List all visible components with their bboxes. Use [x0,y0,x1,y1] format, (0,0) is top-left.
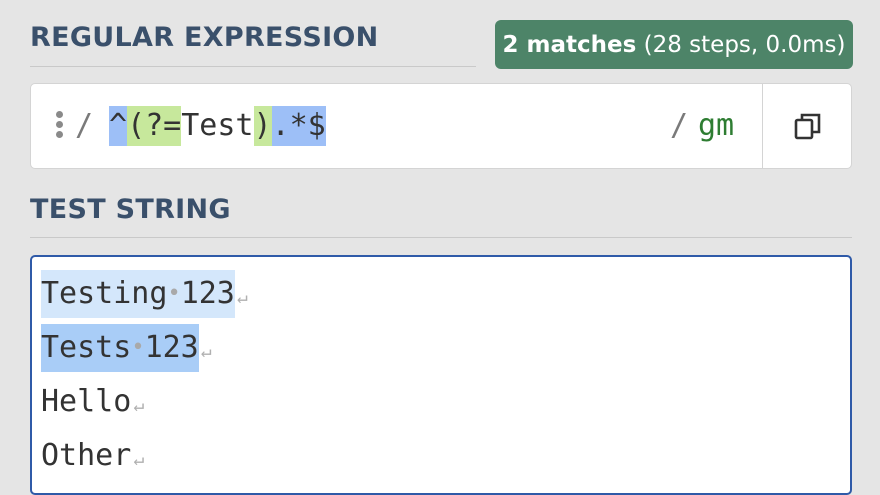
test-string-editor[interactable]: Testing • 123 ↵ Tests • 123 ↵ Hello ↵ Other … [30,255,852,495]
regex-section-title: REGULAR EXPRESSION [30,22,379,53]
test-line: Other ↵ [41,432,144,480]
test-text: 123 [180,276,235,311]
match-count: 2 matches [502,31,637,58]
test-title-divider [30,237,852,238]
test-text: Testing [41,276,168,311]
newline-icon: ↵ [133,449,145,470]
regex-token: Test [181,108,254,143]
space-marker: • [167,281,181,306]
test-line: Hello ↵ [41,378,144,426]
drag-handle-icon[interactable] [56,111,64,139]
regex-token: .*$ [271,106,326,146]
newline-icon: ↵ [133,395,145,416]
match-info-badge: 2 matches (28 steps, 0.0ms) [495,20,853,69]
test-text: Tests [41,330,132,365]
test-text: 123 [144,330,199,365]
test-text: Hello [41,384,132,419]
regex-delimiter-close: / [670,108,689,143]
newline-icon: ↵ [200,341,212,362]
regex-pattern-input[interactable]: ^ (?= Test ) .*$ [109,106,326,146]
test-line: Tests • 123 ↵ [41,324,212,372]
copy-button[interactable] [763,84,852,168]
match-details: (28 steps, 0.0ms) [643,31,846,58]
regex-delimiter-open: / [75,108,94,143]
match-highlight: Testing • 123 [41,270,235,318]
test-text: Other [41,438,132,473]
regex-title-divider [30,66,476,67]
regex-editor[interactable]: / ^ (?= Test ) .*$ / gm [30,83,852,169]
regex-token: ^ [109,106,128,146]
regex-token: (?= [127,106,182,146]
test-section-title: TEST STRING [30,194,231,225]
regex-token: ) [253,106,272,146]
regex-flags[interactable]: gm [698,108,734,143]
space-marker: • [131,335,145,360]
test-line: Testing • 123 ↵ [41,270,248,318]
newline-icon: ↵ [236,287,248,308]
copy-icon [794,113,820,140]
match-highlight: Tests • 123 [41,324,199,372]
